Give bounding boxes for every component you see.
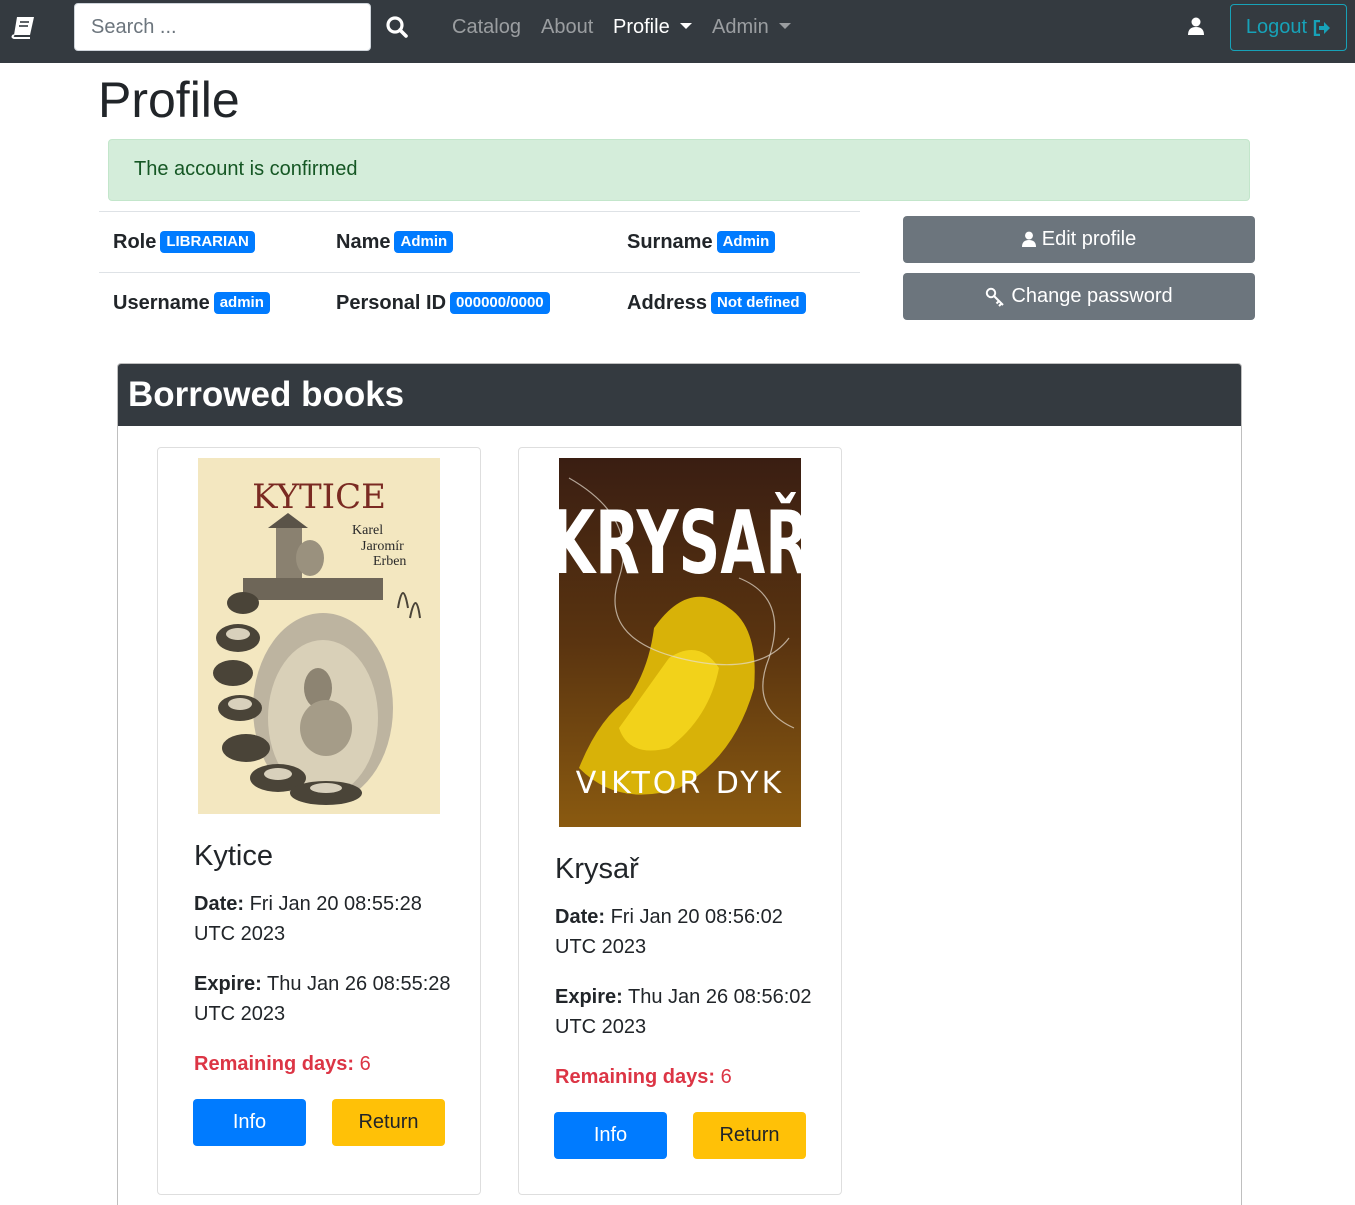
remaining-value: 6 [720,1066,732,1088]
info-button[interactable]: Info [554,1112,667,1159]
book-title: Kytice [194,840,273,872]
expire-label: Expire: [555,986,623,1008]
book-card-kytice: KYTICE Karel Jaromír Erben Kytice Date: … [157,447,481,1195]
cover-author-line: Erben [373,554,406,569]
role-field: Role LIBRARIAN [113,230,255,254]
chevron-down-icon [679,22,692,29]
cover-title: KRYSAŘ [559,491,801,595]
return-button[interactable]: Return [332,1099,445,1146]
address-field: Address Not defined [627,291,806,315]
remaining-label: Remaining days: [555,1066,716,1088]
date-label: Date: [555,906,606,928]
return-button[interactable]: Return [693,1112,806,1159]
book-cover-kytice[interactable]: KYTICE Karel Jaromír Erben [198,458,440,814]
cover-author-line: Karel [352,523,383,538]
search-icon[interactable] [383,12,411,42]
cover-author-line: Jaromír [361,539,404,554]
logout-button[interactable]: Logout [1230,4,1347,51]
navbar: Catalog About Profile Admin Logout [0,0,1355,63]
nav-admin-label: Admin [712,16,769,38]
chevron-down-icon [778,22,791,29]
role-badge: LIBRARIAN [160,230,255,253]
personal-id-field: Personal ID 000000/0000 [336,291,550,315]
role-label: Role [113,231,157,253]
book-expire: Expire: Thu Jan 26 08:56:02 UTC 2023 [555,982,815,1042]
nav-admin-dropdown[interactable]: Admin [712,16,791,39]
surname-field: Surname Admin [627,230,776,254]
cover-title: KYTICE [252,477,386,517]
name-badge: Admin [394,230,454,253]
change-password-button[interactable]: Change password [903,273,1255,320]
user-icon [1021,231,1036,247]
date-label: Date: [194,893,245,915]
address-label: Address [627,292,708,314]
user-icon[interactable] [1188,17,1204,36]
book-expire: Expire: Thu Jan 26 08:55:28 UTC 2023 [194,969,454,1029]
edit-profile-button[interactable]: Edit profile [903,216,1255,263]
divider [99,211,860,212]
cover-author: VIKTOR DYK [576,766,785,801]
remaining-label: Remaining days: [194,1053,355,1075]
book-remaining-days: Remaining days: 6 [555,1066,732,1089]
divider [99,272,860,273]
logout-label: Logout [1245,16,1308,38]
borrowed-books-card: Borrowed books KYTICE Karel Jaromír Erbe… [117,363,1242,1205]
nav-profile-label: Profile [613,16,670,38]
personal-id-label: Personal ID [336,292,447,314]
name-field: Name Admin [336,230,454,254]
search-input[interactable] [74,3,371,51]
book-date: Date: Fri Jan 20 08:56:02 UTC 2023 [555,902,815,962]
change-password-label: Change password [1011,285,1173,307]
username-badge: admin [213,291,270,314]
nav-about[interactable]: About [541,16,593,39]
book-remaining-days: Remaining days: 6 [194,1053,371,1076]
book-title: Krysař [555,853,639,885]
book-card-krysar: KRYSAŘ VIKTOR DYK Krysař Date: Fri Jan 2… [518,447,842,1195]
sign-out-icon [1313,19,1331,36]
name-label: Name [336,231,391,253]
edit-profile-label: Edit profile [1041,228,1137,250]
username-field: Username admin [113,291,270,315]
username-label: Username [113,292,210,314]
nav-profile-dropdown[interactable]: Profile [613,16,692,39]
address-badge: Not defined [711,291,806,314]
account-confirmed-alert: The account is confirmed [108,139,1250,201]
profile-info-table: Role LIBRARIAN Name Admin Surname Admin Use… [99,211,860,334]
borrowed-books-header: Borrowed books [118,364,1241,426]
expire-label: Expire: [194,973,262,995]
surname-label: Surname [627,231,713,253]
remaining-value: 6 [359,1053,371,1075]
book-date: Date: Fri Jan 20 08:55:28 UTC 2023 [194,889,454,949]
book-cover-krysar[interactable]: KRYSAŘ VIKTOR DYK [559,458,801,827]
book-icon[interactable] [10,14,36,40]
nav-catalog[interactable]: Catalog [452,16,521,39]
surname-badge: Admin [716,230,776,253]
personal-id-badge: 000000/0000 [450,291,550,314]
page-title: Profile [98,72,240,128]
key-icon [986,287,1005,307]
borrowed-books-title: Borrowed books [128,375,405,414]
info-button[interactable]: Info [193,1099,306,1146]
